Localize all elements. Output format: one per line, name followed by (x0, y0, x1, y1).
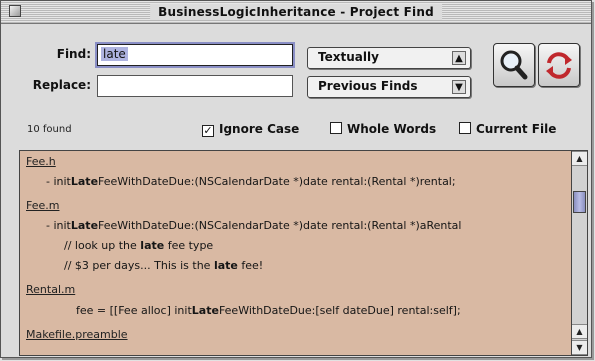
result-match[interactable]: // look up the late fee type (64, 239, 213, 253)
result-match[interactable]: // $3 per days... This is the late fee! (64, 259, 263, 273)
found-count: 10 found (27, 124, 72, 135)
checkmark-icon: ✓ (202, 124, 214, 137)
search-mode-popup[interactable]: Textually ▲︎ (307, 47, 471, 69)
search-mode-value: Textually (318, 50, 379, 64)
find-label: Find: (56, 47, 91, 61)
scroll-down-icon[interactable]: ▼ (572, 340, 587, 355)
title-bar[interactable]: BusinessLogicInheritance - Project Find (1, 1, 591, 24)
ignore-case-label: Ignore Case (219, 122, 300, 136)
results-list[interactable]: Fee.h - initLateFeeWithDateDue:(NSCalend… (19, 150, 572, 356)
scroll-thumb[interactable] (573, 191, 586, 213)
scroll-up-icon[interactable]: ▲ (572, 324, 587, 339)
current-file-label: Current File (476, 122, 557, 136)
ignore-case-checkbox[interactable]: ✓ Ignore Case (202, 122, 299, 137)
result-match[interactable]: - initLateFeeWithDateDue:(NSCalendarDate… (46, 219, 461, 233)
replace-label: Replace: (32, 78, 91, 92)
empty-checkbox-icon (459, 122, 471, 134)
result-file[interactable]: Fee.m (26, 199, 59, 213)
previous-finds-value: Previous Finds (318, 79, 418, 93)
result-file[interactable]: Makefile.preamble (26, 328, 128, 342)
whole-words-checkbox[interactable]: Whole Words (330, 122, 436, 136)
replace-button[interactable] (538, 43, 580, 87)
replace-arrows-icon (546, 52, 572, 79)
previous-finds-popup[interactable]: Previous Finds ▼ (307, 76, 471, 98)
chevron-down-icon: ▼ (452, 80, 466, 94)
find-input[interactable]: late (97, 44, 293, 66)
window-title: BusinessLogicInheritance - Project Find (150, 4, 442, 20)
result-match[interactable]: - initLateFeeWithDateDue:(NSCalendarDate… (46, 175, 456, 189)
magnifier-icon (500, 50, 528, 80)
find-button[interactable] (493, 43, 535, 87)
up-down-arrows-icon: ▲︎ (452, 51, 466, 65)
results-scrollbar[interactable]: ▲ ▲ ▼ (572, 150, 588, 356)
project-find-window: BusinessLogicInheritance - Project Find … (0, 0, 592, 358)
scroll-up-icon[interactable]: ▲ (572, 151, 587, 166)
empty-checkbox-icon (330, 122, 342, 134)
result-match[interactable]: fee = [[Fee alloc] initLateFeeWithDateDu… (76, 304, 461, 318)
whole-words-label: Whole Words (347, 122, 437, 136)
replace-input[interactable] (97, 75, 293, 97)
result-file[interactable]: Fee.h (26, 155, 56, 169)
current-file-checkbox[interactable]: Current File (459, 122, 556, 136)
close-box-icon[interactable] (9, 5, 21, 17)
find-input-value: late (101, 47, 128, 61)
result-file[interactable]: Rental.m (26, 283, 75, 297)
